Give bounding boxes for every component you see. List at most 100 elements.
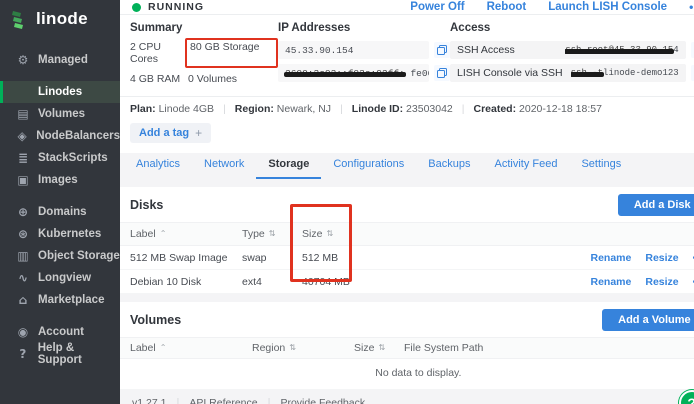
sort-asc-icon: ⌃ [159, 229, 167, 238]
launch-lish-console-button[interactable]: Launch LISH Console [548, 1, 667, 13]
linode-logo[interactable]: linode [0, 0, 120, 39]
column-header-type[interactable]: Type ⇅ [242, 228, 302, 240]
disk-type: ext4 [242, 275, 262, 288]
volumes-panel: Volumes Add a Volume Label ⌃ Region ⇅ Size… [120, 302, 694, 390]
power-off-button[interactable]: Power Off [410, 1, 464, 13]
lish-redacted: ssh -t [570, 68, 604, 78]
reboot-button[interactable]: Reboot [487, 1, 527, 13]
footer-separator: | [267, 397, 271, 404]
sidebar-item-label: Images [38, 174, 78, 186]
sidebar-item-label: Kubernetes [38, 228, 102, 240]
ipv6-address: 2600:3c03::f03c:92ff: fe06:3 [278, 64, 429, 82]
disk-row-debian: Debian 10 Disk ext4 40704 MB Rename Resi… [120, 270, 694, 294]
resize-button[interactable]: Resize [645, 276, 678, 288]
help-bubble-button[interactable]: ? [678, 390, 694, 404]
sidebar-item-stackscripts[interactable]: ≣ StackScripts [0, 147, 120, 169]
nav-group-account: ◉ Account ? Help & Support [0, 321, 120, 366]
account-icon: ◉ [17, 325, 29, 339]
disk-row-actions: Rename Resize ••• [591, 276, 694, 288]
help-icon: ? [19, 347, 27, 361]
status-indicator: RUNNING [132, 1, 204, 13]
plan-value: Linode 4GB [158, 103, 215, 115]
domains-icon: ⊕ [17, 205, 29, 219]
sidebar-item-kubernetes[interactable]: ⊛ Kubernetes [0, 223, 120, 245]
column-header-size[interactable]: Size ⇅ [354, 342, 404, 354]
sidebar-item-images[interactable]: ▣ Images [0, 169, 120, 191]
rename-button[interactable]: Rename [591, 276, 632, 288]
nav-group-compute: Linodes ▤ Volumes ◈ NodeBalancers ≣ Stac… [0, 81, 120, 191]
linode-meta-row: Plan: Linode 4GB | Region: Newark, NJ | … [120, 96, 694, 121]
add-tag-label: Add a tag [139, 127, 190, 139]
ssh-access-row: SSH Access ssh root@45.33.90.154 [450, 41, 694, 59]
linode-logo-icon [12, 11, 23, 29]
ssh-access-chip: SSH Access ssh root@45.33.90.154 [450, 41, 686, 59]
ipv6-visible-part: fe06:3 [410, 67, 429, 79]
add-volume-button[interactable]: Add a Volume [602, 309, 694, 331]
sidebar-item-longview[interactable]: ∿ Longview [0, 267, 120, 289]
ssh-access-label: SSH Access [457, 44, 515, 56]
lish-console-label: LISH Console via SSH [457, 67, 563, 79]
summary-title: Summary [130, 22, 183, 34]
sidebar-item-label: Account [38, 326, 84, 338]
provide-feedback-link[interactable]: Provide Feedback [280, 397, 365, 404]
disk-row-swap: 512 MB Swap Image swap 512 MB Rename Res… [120, 246, 694, 270]
disks-table-header: Label ⌃ Type ⇅ Size ⇅ [120, 222, 694, 246]
nodebalancers-icon: ◈ [17, 129, 27, 143]
resize-button[interactable]: Resize [645, 252, 678, 264]
copy-icon[interactable] [434, 42, 450, 58]
linodes-icon [16, 85, 30, 99]
add-tag-button[interactable]: Add a tag + [130, 123, 212, 143]
rename-button[interactable]: Rename [591, 252, 632, 264]
column-header-size[interactable]: Size ⇅ [302, 228, 372, 240]
tab-activity-feed[interactable]: Activity Feed [482, 153, 569, 179]
disk-size: 512 MB [302, 251, 339, 264]
marketplace-icon: ⌂ [18, 293, 28, 307]
column-header-label[interactable]: Label ⌃ [130, 228, 242, 240]
sort-icon: ⇅ [268, 229, 276, 238]
tab-analytics[interactable]: Analytics [124, 153, 192, 179]
add-disk-button[interactable]: Add a Disk [617, 194, 694, 216]
tab-configurations[interactable]: Configurations [321, 153, 416, 179]
plan-label: Plan: [130, 103, 156, 115]
sidebar-item-help-support[interactable]: ? Help & Support [0, 342, 120, 366]
ipv6-row: 2600:3c03::f03c:92ff: fe06:3 [278, 64, 450, 82]
more-actions-icon[interactable]: ••• [689, 0, 694, 14]
api-reference-link[interactable]: API Reference [189, 397, 257, 404]
sidebar-item-domains[interactable]: ⊕ Domains [0, 201, 120, 223]
sidebar-item-nodebalancers[interactable]: ◈ NodeBalancers [0, 125, 120, 147]
sidebar-item-label: NodeBalancers [36, 130, 120, 142]
object-storage-icon: ▥ [17, 249, 29, 263]
ipv4-address: 45.33.90.154 [278, 41, 429, 59]
nav-group-services: ⊕ Domains ⊛ Kubernetes ▥ Object Storage … [0, 201, 120, 311]
volumes-icon: ▤ [17, 107, 29, 121]
sidebar-item-object-storage[interactable]: ▥ Object Storage [0, 245, 120, 267]
tab-backups[interactable]: Backups [416, 153, 482, 179]
app-window: linode ⚙ Managed Linodes ▤ Volumes ◈ Nod… [0, 0, 694, 404]
tab-network[interactable]: Network [192, 153, 256, 179]
access-column: Access SSH Access ssh root@45.33.90.154 … [450, 22, 694, 87]
sort-icon: ⇅ [326, 229, 334, 238]
sidebar-item-label: Longview [38, 272, 92, 284]
copy-icon[interactable] [434, 65, 450, 81]
tag-row: Add a tag + [120, 121, 694, 153]
sidebar-item-managed[interactable]: ⚙ Managed [0, 49, 120, 71]
column-header-label[interactable]: Label ⌃ [130, 342, 252, 354]
created-label: Created: [473, 103, 517, 115]
tab-settings[interactable]: Settings [569, 153, 633, 179]
sidebar-item-account[interactable]: ◉ Account [0, 321, 120, 343]
kubernetes-icon: ⊛ [17, 227, 29, 241]
sidebar-item-label: Object Storage [38, 250, 120, 262]
sidebar-item-marketplace[interactable]: ⌂ Marketplace [0, 289, 120, 311]
sidebar-item-linodes[interactable]: Linodes [0, 81, 120, 103]
sidebar-item-volumes[interactable]: ▤ Volumes [0, 103, 120, 125]
volumes-empty-message: No data to display. [120, 359, 694, 390]
summary-panel: Summary 2 CPU Cores 80 GB Storage 4 GB R… [120, 15, 694, 153]
spec-storage: 80 GB Storage [190, 41, 260, 53]
disk-size: 40704 MB [302, 275, 350, 288]
spec-volumes: 0 Volumes [188, 73, 238, 85]
version-label[interactable]: v1.27.1 [132, 397, 166, 404]
column-header-region[interactable]: Region ⇅ [252, 342, 354, 354]
ipv4-row: 45.33.90.154 [278, 41, 450, 59]
tab-storage[interactable]: Storage [256, 153, 322, 179]
sidebar-item-label: Help & Support [37, 342, 82, 366]
